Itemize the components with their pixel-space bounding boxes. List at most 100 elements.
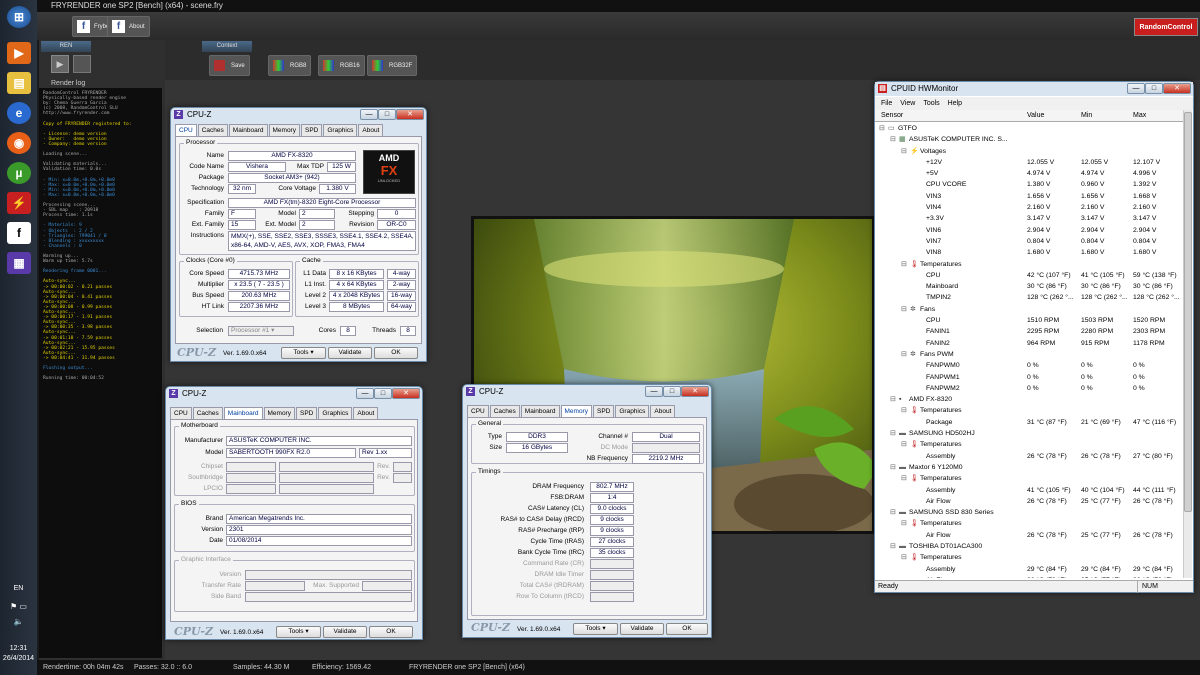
col-min[interactable]: Min — [1081, 112, 1092, 119]
tree-node[interactable]: ⊟ ▬ TOSHIBA DT01ACA300 — [875, 541, 1183, 552]
context-tab[interactable]: Context — [202, 41, 252, 52]
ren-tab[interactable]: REN — [41, 41, 91, 52]
tab-memory[interactable]: Memory — [268, 124, 300, 136]
internet-explorer-icon[interactable]: e — [7, 102, 31, 124]
tree-node[interactable]: ⊟ ▭ GTFO — [875, 123, 1183, 134]
volume-icon[interactable]: 🔈 — [0, 617, 37, 626]
sensor-row[interactable]: FANPWM2 0 % 0 % 0 % — [875, 383, 1183, 394]
expand-toggle-icon[interactable]: ⊟ — [890, 134, 896, 145]
sensor-row[interactable]: FANIN2 964 RPM 915 RPM 1178 RPM — [875, 338, 1183, 349]
menu-view[interactable]: View — [900, 97, 915, 110]
tab-about[interactable]: About — [353, 407, 379, 419]
expand-toggle-icon[interactable]: ⊟ — [901, 552, 907, 563]
sensor-row[interactable]: Air Flow26 °C (78 °F)25 °C (77 °F)26 °C … — [875, 496, 1183, 507]
clock-time[interactable]: 12:31 — [0, 645, 37, 652]
expand-toggle-icon[interactable]: ⊟ — [879, 123, 885, 134]
tools-button[interactable]: Tools ▾ — [573, 623, 618, 635]
close-button[interactable]: ✕ — [681, 386, 709, 397]
tab-mainboard[interactable]: Mainboard — [223, 407, 263, 419]
tree-node[interactable]: ⊟ 🌡 Temperatures — [875, 552, 1183, 563]
close-button[interactable]: ✕ — [392, 388, 420, 399]
stop-button[interactable] — [73, 55, 91, 73]
minimize-button[interactable]: — — [1127, 83, 1145, 94]
sensor-row[interactable]: Assembly 29 °C (84 °F) 29 °C (84 °F) 29 °C … — [875, 564, 1183, 575]
maximize-button[interactable]: □ — [378, 109, 396, 120]
sensor-row[interactable]: FANPWM0 0 % 0 % 0 % — [875, 360, 1183, 371]
ok-button[interactable]: OK — [666, 623, 708, 635]
tab-memory[interactable]: Memory — [560, 405, 592, 417]
vertical-scrollbar[interactable] — [1183, 110, 1192, 578]
ok-button[interactable]: OK — [369, 626, 413, 638]
tree-node[interactable]: ⊟ ⚡ Voltages — [875, 146, 1183, 157]
col-value[interactable]: Value — [1027, 112, 1044, 119]
sensor-row[interactable]: CPU VCORE 1.380 V 0.960 V 1.392 V — [875, 179, 1183, 190]
sensor-row[interactable]: +3.3V 3.147 V 3.147 V 3.147 V — [875, 213, 1183, 224]
sensor-row[interactable]: FANIN1 2295 RPM 2280 RPM 2303 RPM — [875, 326, 1183, 337]
expand-toggle-icon[interactable]: ⊟ — [901, 259, 907, 270]
flag-icon[interactable]: ⚑ ▭ — [0, 602, 37, 611]
clock-date[interactable]: 26/4/2014 — [0, 655, 37, 662]
tree-node[interactable]: ⊟ ✲ Fans PWM — [875, 349, 1183, 360]
tab-cpu[interactable]: CPU — [175, 124, 197, 136]
validate-button[interactable]: Validate — [323, 626, 367, 638]
validate-button[interactable]: Validate — [328, 347, 372, 359]
sensor-row[interactable]: VIN8 1.680 V 1.680 V 1.680 V — [875, 247, 1183, 258]
maximize-button[interactable]: □ — [663, 386, 681, 397]
tree-node[interactable]: ⊟ ▬ Maxtor 6 Y120M0 — [875, 462, 1183, 473]
tab-spd[interactable]: SPD — [300, 124, 323, 136]
scrollbar-thumb[interactable] — [1184, 112, 1192, 512]
minimize-button[interactable]: — — [645, 386, 663, 397]
tab-graphics[interactable]: Graphics — [318, 407, 353, 419]
tab-caches[interactable]: Caches — [192, 407, 223, 419]
window-title-bar[interactable]: Z CPU-Z — □ ✕ — [171, 108, 426, 122]
sensor-row[interactable]: +5V 4.974 V 4.974 V 4.996 V — [875, 168, 1183, 179]
media-player-icon[interactable]: ▶ — [7, 42, 31, 64]
save-button[interactable]: Save — [209, 55, 250, 76]
tree-node[interactable]: ⊟ 🌡 Temperatures — [875, 259, 1183, 270]
tree-node[interactable]: ⊟ ▬ SAMSUNG SSD 830 Series — [875, 507, 1183, 518]
expand-toggle-icon[interactable]: ⊟ — [901, 405, 907, 416]
sensor-row[interactable]: Air Flow26 °C (78 °F)25 °C (77 °F)26 °C … — [875, 575, 1183, 578]
validate-button[interactable]: Validate — [620, 623, 664, 635]
sensor-row[interactable]: Air Flow26 °C (78 °F)25 °C (77 °F)26 °C … — [875, 530, 1183, 541]
expand-toggle-icon[interactable]: ⊟ — [901, 349, 907, 360]
expand-toggle-icon[interactable]: ⊟ — [901, 146, 907, 157]
fryrender-icon[interactable]: ⚡ — [7, 192, 31, 214]
expand-toggle-icon[interactable]: ⊟ — [890, 394, 896, 405]
file-explorer-icon[interactable]: ▤ — [7, 72, 31, 94]
window-title-bar[interactable]: Z CPU-Z — □ ✕ — [463, 385, 711, 399]
expand-toggle-icon[interactable]: ⊟ — [901, 518, 907, 529]
about-button[interactable]: f About — [107, 16, 150, 37]
firefox-icon[interactable]: ◉ — [7, 132, 31, 154]
sensor-row[interactable]: TMPIN2 128 °C (262 °... 128 °C (262 °... 12… — [875, 292, 1183, 303]
sensor-row[interactable]: Assembly 26 °C (78 °F) 26 °C (78 °F) 27 °C … — [875, 451, 1183, 462]
utorrent-icon[interactable]: µ — [7, 162, 31, 184]
menu-help[interactable]: Help — [948, 97, 962, 110]
col-max[interactable]: Max — [1133, 112, 1146, 119]
close-button[interactable]: ✕ — [1163, 83, 1191, 94]
maximize-button[interactable]: □ — [1145, 83, 1163, 94]
tree-node[interactable]: ⊟ 🌡 Temperatures — [875, 405, 1183, 416]
tab-about[interactable]: About — [650, 405, 676, 417]
col-sensor[interactable]: Sensor — [881, 112, 903, 119]
tree-node[interactable]: ⊟ ▬ SAMSUNG HD502HJ — [875, 428, 1183, 439]
tree-node[interactable]: ⊟ 🌡 Temperatures — [875, 473, 1183, 484]
tab-graphics[interactable]: Graphics — [615, 405, 650, 417]
sensor-row[interactable]: Package 31 °C (87 °F) 21 °C (69 °F) 47 °C (… — [875, 417, 1183, 428]
expand-toggle-icon[interactable]: ⊟ — [890, 507, 896, 518]
start-button-icon[interactable]: ⊞ — [7, 6, 31, 28]
processor-select[interactable]: Processor #1 ▾ — [228, 326, 294, 336]
sensor-row[interactable]: Mainboard 30 °C (86 °F) 30 °C (86 °F) 30 °C… — [875, 281, 1183, 292]
tools-button[interactable]: Tools ▾ — [276, 626, 321, 638]
tree-node[interactable]: ⊟ 🌡 Temperatures — [875, 439, 1183, 450]
sensor-row[interactable]: CPU 1510 RPM 1503 RPM 1520 RPM — [875, 315, 1183, 326]
tree-node[interactable]: ⊟ ▪ AMD FX-8320 — [875, 394, 1183, 405]
tools-button[interactable]: Tools ▾ — [281, 347, 326, 359]
window-title-bar[interactable]: Z CPU-Z — □ ✕ — [166, 387, 422, 401]
rgb8-button[interactable]: RGB8 — [268, 55, 312, 76]
tree-node[interactable]: ⊟ ✲ Fans — [875, 304, 1183, 315]
menu-file[interactable]: File — [881, 97, 892, 110]
minimize-button[interactable]: — — [356, 388, 374, 399]
sensor-row[interactable]: +12V 12.055 V 12.055 V 12.107 V — [875, 157, 1183, 168]
sensor-row[interactable]: Assembly 41 °C (105 °F) 40 °C (104 °F) 44 °… — [875, 485, 1183, 496]
